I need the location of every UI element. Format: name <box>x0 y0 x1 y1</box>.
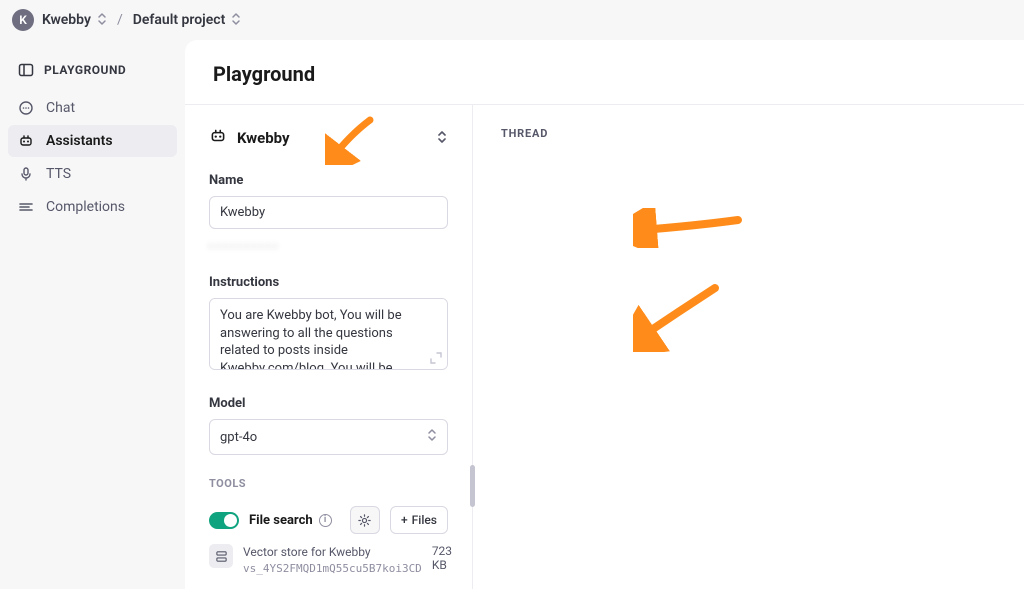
sidebar-item-label: TTS <box>46 166 71 182</box>
sidebar-item-chat[interactable]: Chat <box>8 92 177 124</box>
instructions-textarea[interactable] <box>209 298 448 370</box>
assistant-name-header: Kwebby <box>237 129 290 147</box>
project-name: Default project <box>133 12 226 28</box>
project-switcher[interactable]: Default project <box>133 12 242 29</box>
vector-store-name: Vector store for Kwebby <box>243 544 422 561</box>
sidebar-header-label: PLAYGROUND <box>44 63 126 77</box>
chevron-updown-icon <box>97 12 107 29</box>
main-content: Playground Kwebby Name <box>185 40 1024 589</box>
expand-icon[interactable] <box>430 352 442 368</box>
sidebar-header: PLAYGROUND <box>8 54 177 92</box>
info-icon[interactable]: i <box>319 514 332 527</box>
chevron-updown-icon[interactable] <box>436 129 448 148</box>
scrollbar-indicator <box>470 465 475 507</box>
thread-label: THREAD <box>501 127 996 140</box>
assistant-config-panel: Kwebby Name · · · · · · · · · · Instruct… <box>185 105 473 589</box>
org-avatar: K <box>12 9 34 31</box>
model-selected-value: gpt-4o <box>220 430 257 445</box>
sidebar: PLAYGROUND Chat Assistants TTS Completio… <box>0 40 185 589</box>
file-search-settings-button[interactable] <box>350 506 380 534</box>
sidebar-item-label: Chat <box>46 100 75 116</box>
file-search-files-button[interactable]: + Files <box>390 506 448 534</box>
chat-icon <box>18 100 34 116</box>
topbar: K Kwebby / Default project <box>0 0 1024 40</box>
sidebar-item-assistants[interactable]: Assistants <box>8 125 177 157</box>
instructions-label: Instructions <box>209 275 448 290</box>
vector-store-row[interactable]: Vector store for Kwebby vs_4YS2FMQD1mQ55… <box>209 544 448 576</box>
lines-icon <box>18 199 34 215</box>
tools-section-label: TOOLS <box>209 477 448 490</box>
chevron-updown-icon <box>231 12 241 29</box>
thread-panel: THREAD <box>473 105 1024 589</box>
gear-icon <box>357 513 372 528</box>
assistant-icon <box>18 133 34 149</box>
org-switcher[interactable]: Kwebby <box>42 12 107 29</box>
sidebar-item-label: Assistants <box>46 133 113 149</box>
model-select[interactable]: gpt-4o <box>209 419 448 455</box>
name-input[interactable] <box>209 196 448 229</box>
vector-store-id: vs_4YS2FMQD1mQ55cu5B7koi3CD <box>243 561 422 576</box>
chevron-updown-icon <box>427 428 437 446</box>
panels: Kwebby Name · · · · · · · · · · Instruct… <box>185 104 1024 589</box>
storage-icon <box>209 544 233 568</box>
file-search-toggle[interactable] <box>209 512 239 529</box>
plus-icon: + <box>401 513 408 527</box>
sidebar-item-completions[interactable]: Completions <box>8 191 177 223</box>
file-search-label: File search i <box>249 513 340 528</box>
name-label: Name <box>209 173 448 188</box>
panel-icon <box>18 62 34 78</box>
breadcrumb-separator: / <box>115 12 125 28</box>
blurred-content: · · · · · · · · · · <box>209 239 448 253</box>
assistant-icon <box>209 127 227 149</box>
sidebar-item-label: Completions <box>46 199 125 215</box>
sidebar-item-tts[interactable]: TTS <box>8 158 177 190</box>
assistant-selector[interactable]: Kwebby <box>209 127 290 149</box>
org-name: Kwebby <box>42 12 91 28</box>
vector-store-size: 723 KB <box>432 544 452 572</box>
page-title: Playground <box>185 62 1024 104</box>
model-label: Model <box>209 396 448 411</box>
mic-icon <box>18 166 34 182</box>
